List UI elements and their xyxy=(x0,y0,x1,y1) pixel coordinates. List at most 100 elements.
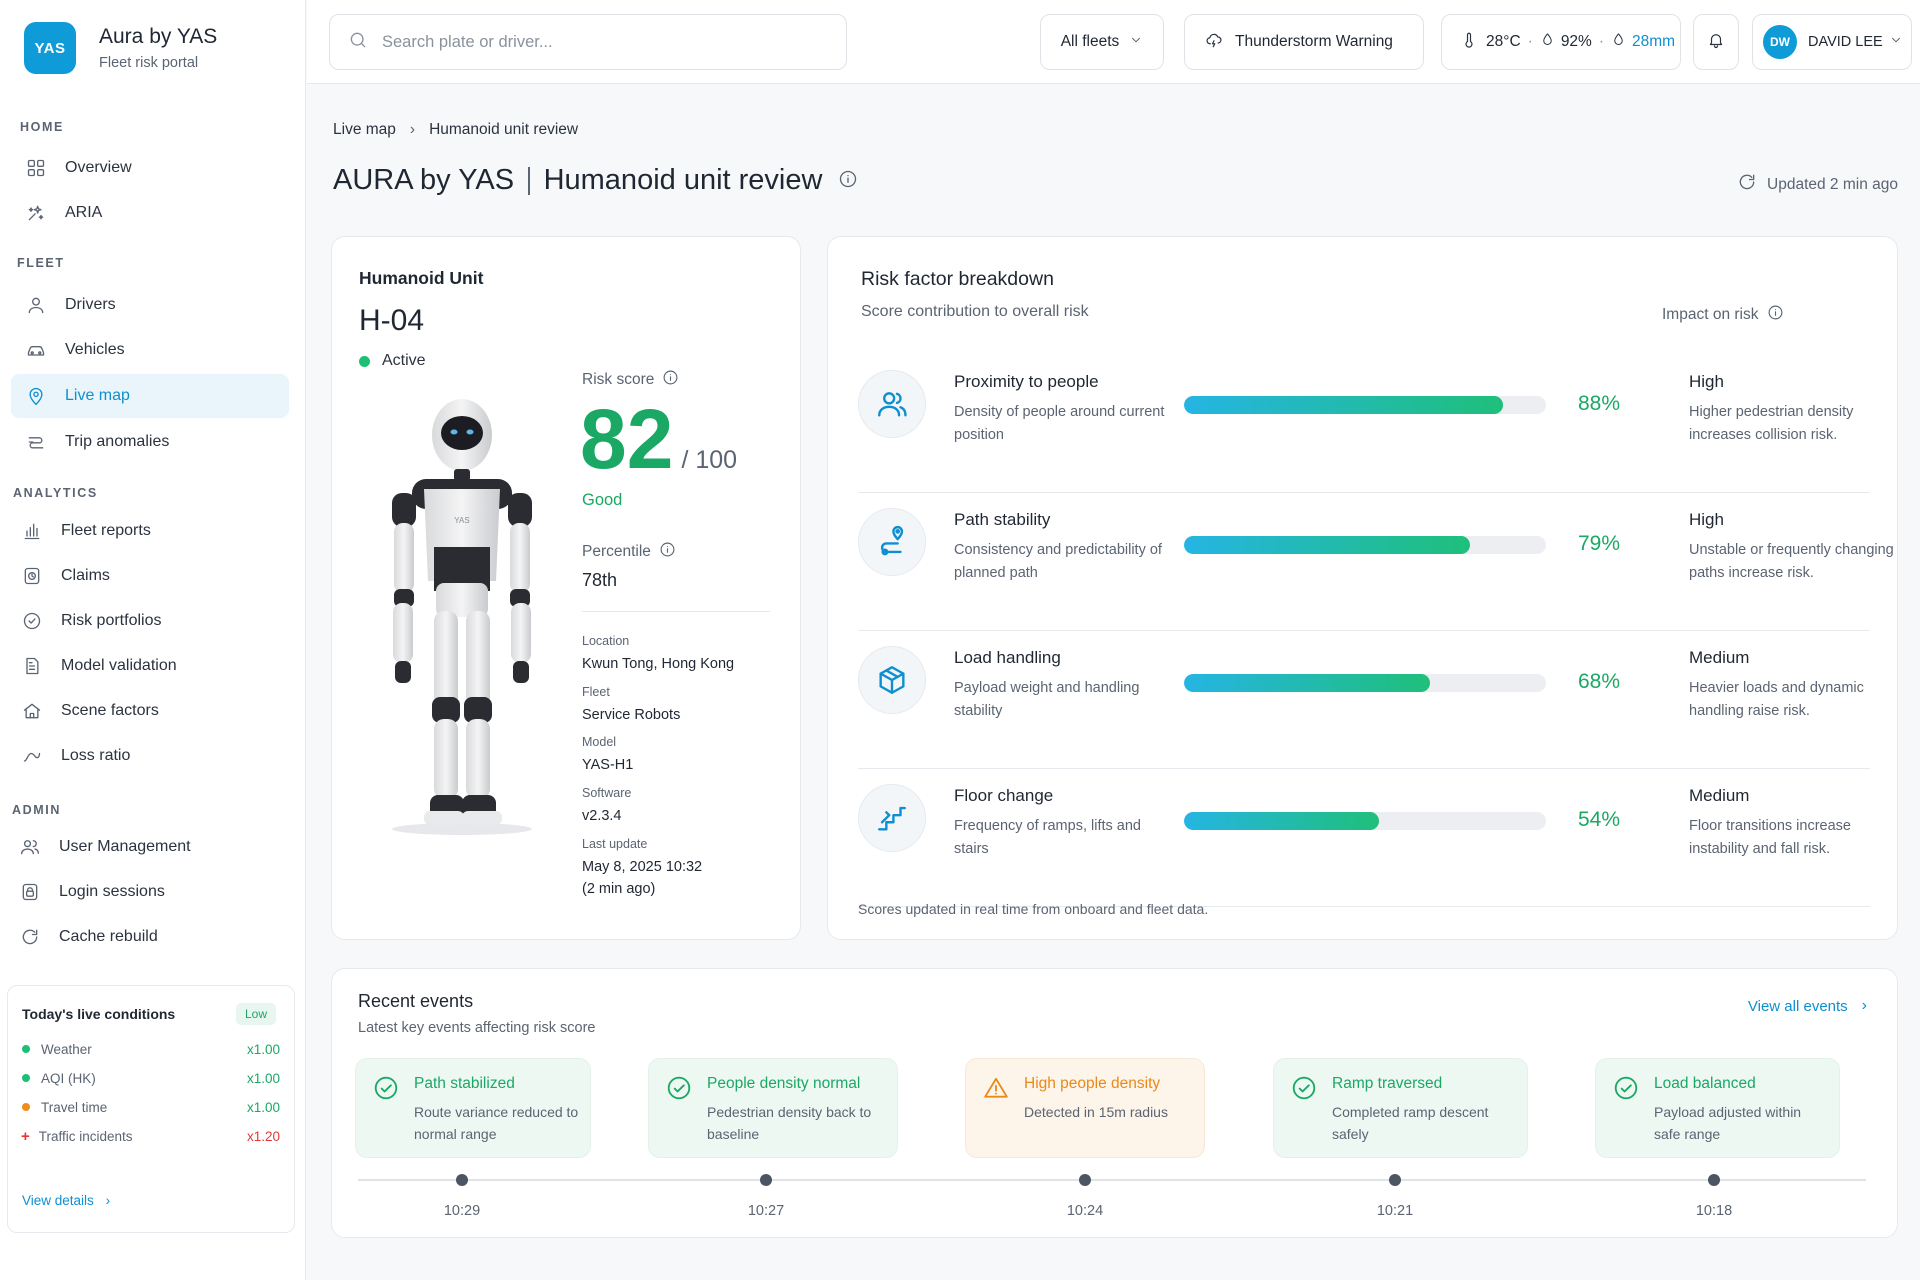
sparkle-icon xyxy=(25,202,47,224)
view-details-label: View details xyxy=(22,1193,94,1208)
sidebar-item-label: Scene factors xyxy=(61,702,159,719)
weather-alert-pill[interactable]: Thunderstorm Warning xyxy=(1184,14,1424,70)
sidebar-item-label: Login sessions xyxy=(59,883,165,900)
sidebar-item-user-management[interactable]: User Management xyxy=(11,825,289,869)
meta-key-software: Software xyxy=(582,786,632,800)
sidebar-item-vehicles[interactable]: Vehicles xyxy=(11,328,289,372)
sidebar-item-risk-portfolios[interactable]: Risk portfolios xyxy=(11,599,289,643)
sidebar-item-aria[interactable]: ARIA xyxy=(11,191,289,235)
nav-heading-home: HOME xyxy=(20,120,64,134)
updated-status[interactable]: Updated 2 min ago xyxy=(1737,172,1898,197)
risk-factor-row[interactable]: Path stability Consistency and predictab… xyxy=(858,493,1894,631)
info-icon[interactable] xyxy=(662,369,679,391)
risk-factor-row[interactable]: Load handling Payload weight and handlin… xyxy=(858,631,1870,769)
condition-row-aqi: AQI (HK) x1.00 xyxy=(22,1068,280,1088)
page-title-text: Humanoid unit review xyxy=(543,164,823,196)
meta-value-fleet: Service Robots xyxy=(582,707,681,723)
risk-factor-description: Density of people around current positio… xyxy=(954,404,1165,443)
risk-score-label: Risk score xyxy=(582,369,679,391)
view-all-events-link[interactable]: View all events › xyxy=(1748,997,1867,1015)
search-box[interactable] xyxy=(329,14,847,70)
chevron-down-icon xyxy=(1889,33,1903,52)
risk-factor-row[interactable]: Floor change Frequency of ramps, lifts a… xyxy=(858,769,1870,907)
risk-factor-level: Medium xyxy=(1689,648,1750,667)
sidebar-item-drivers[interactable]: Drivers xyxy=(11,283,289,327)
timeline-dot xyxy=(1708,1174,1720,1186)
fleet-filter-dropdown[interactable]: All fleets xyxy=(1040,14,1164,70)
event-card-warning[interactable]: High people density Detected in 15m radi… xyxy=(965,1058,1205,1158)
sidebar-item-login-sessions[interactable]: Login sessions xyxy=(11,870,289,914)
risk-factor-name: Path stability xyxy=(954,510,1051,529)
unit-status: Active xyxy=(359,352,426,370)
user-menu[interactable]: DW DAVID LEE xyxy=(1752,14,1912,70)
risk-factor-name: Proximity to people xyxy=(954,372,1099,391)
risk-factor-row[interactable]: Proximity to people Density of people ar… xyxy=(858,355,1870,493)
status-dot xyxy=(22,1045,30,1053)
user-icon xyxy=(25,294,47,316)
search-input[interactable] xyxy=(382,32,802,52)
risk-factor-bar xyxy=(1184,396,1546,414)
sidebar-item-scene-factors[interactable]: Scene factors xyxy=(11,689,289,733)
sidebar-item-label: Overview xyxy=(65,159,132,176)
sidebar-item-fleet-reports[interactable]: Fleet reports xyxy=(11,509,289,553)
risk-breakdown-subtitle: Score contribution to overall risk xyxy=(861,303,1089,320)
humidity-icon xyxy=(1540,32,1555,52)
condition-label: Weather xyxy=(41,1041,92,1057)
notifications-button[interactable] xyxy=(1693,14,1739,70)
sidebar-item-cache-rebuild[interactable]: Cache rebuild xyxy=(11,915,289,959)
user-name: DAVID LEE xyxy=(1808,34,1883,50)
sidebar-item-trip-anomalies[interactable]: Trip anomalies xyxy=(11,420,289,464)
percentile-value: 78th xyxy=(582,570,618,590)
event-name: Load balanced xyxy=(1654,1075,1756,1092)
sidebar-item-loss-ratio[interactable]: Loss ratio xyxy=(11,734,289,778)
refresh-icon xyxy=(19,926,41,948)
trend-icon xyxy=(21,745,43,767)
brand[interactable]: YAS Aura by YAS Fleet risk portal xyxy=(24,22,217,74)
sidebar-item-overview[interactable]: Overview xyxy=(11,146,289,190)
humidity-value: 92% xyxy=(1560,33,1592,50)
recent-events-title: Recent events xyxy=(358,991,474,1011)
event-card[interactable]: Load balanced Payload adjusted within sa… xyxy=(1595,1058,1840,1158)
risk-factor-description: Consistency and predictability of planne… xyxy=(954,542,1162,581)
breadcrumb-live-map[interactable]: Live map xyxy=(333,121,396,139)
risk-factor-name: Load handling xyxy=(954,648,1061,667)
status-dot xyxy=(359,355,370,367)
info-icon[interactable] xyxy=(659,541,676,563)
weather-alert-label: Thunderstorm Warning xyxy=(1235,33,1393,50)
condition-row-weather: Weather x1.00 xyxy=(22,1039,280,1059)
sidebar-item-claims[interactable]: Claims xyxy=(11,554,289,598)
risk-factor-bar xyxy=(1184,812,1546,830)
risk-footer-note: Scores updated in real time from onboard… xyxy=(858,901,1209,917)
view-details-link[interactable]: View details › xyxy=(22,1193,110,1208)
info-icon[interactable] xyxy=(838,164,858,197)
risk-factor-description: Frequency of ramps, lifts and stairs xyxy=(954,818,1141,857)
info-icon[interactable] xyxy=(1767,304,1784,326)
event-card[interactable]: People density normal Pedestrian density… xyxy=(648,1058,898,1158)
risk-score-label-text: Risk score xyxy=(582,371,655,388)
events-timeline xyxy=(358,1179,1866,1181)
risk-factor-note: Heavier loads and dynamic handling raise… xyxy=(1689,680,1864,719)
event-card[interactable]: Path stabilized Route variance reduced t… xyxy=(355,1058,591,1158)
status-dot xyxy=(22,1074,30,1082)
risk-factor-bar-fill xyxy=(1184,812,1380,830)
condition-value: x1.20 xyxy=(246,1128,280,1144)
brand-logo: YAS xyxy=(24,22,76,74)
weather-readout[interactable]: 28°C · 92% · 28mm xyxy=(1441,14,1681,70)
check-circle-icon xyxy=(373,1075,399,1101)
event-description: Route variance reduced to normal range xyxy=(414,1104,579,1142)
document-icon xyxy=(21,655,43,677)
sidebar-item-model-validation[interactable]: Model validation xyxy=(11,644,289,688)
meta-key-last-update: Last update xyxy=(582,837,648,851)
unit-card: Humanoid Unit H-04 Active YAS Risk score… xyxy=(331,236,801,940)
avatar: DW xyxy=(1763,25,1797,59)
meta-value-location: Kwun Tong, Hong Kong xyxy=(582,656,735,672)
sidebar-item-live-map[interactable]: Live map xyxy=(11,374,289,418)
sidebar-item-label: Vehicles xyxy=(65,341,125,358)
brand-subtitle: Fleet risk portal xyxy=(99,55,199,71)
unit-label: Humanoid Unit xyxy=(359,268,484,288)
impact-header: Impact on risk xyxy=(1662,304,1784,326)
risk-score: 82 / 100 xyxy=(580,397,737,481)
event-card[interactable]: Ramp traversed Completed ramp descent sa… xyxy=(1273,1058,1528,1158)
search-icon xyxy=(348,30,368,55)
clock-file-icon xyxy=(21,565,43,587)
